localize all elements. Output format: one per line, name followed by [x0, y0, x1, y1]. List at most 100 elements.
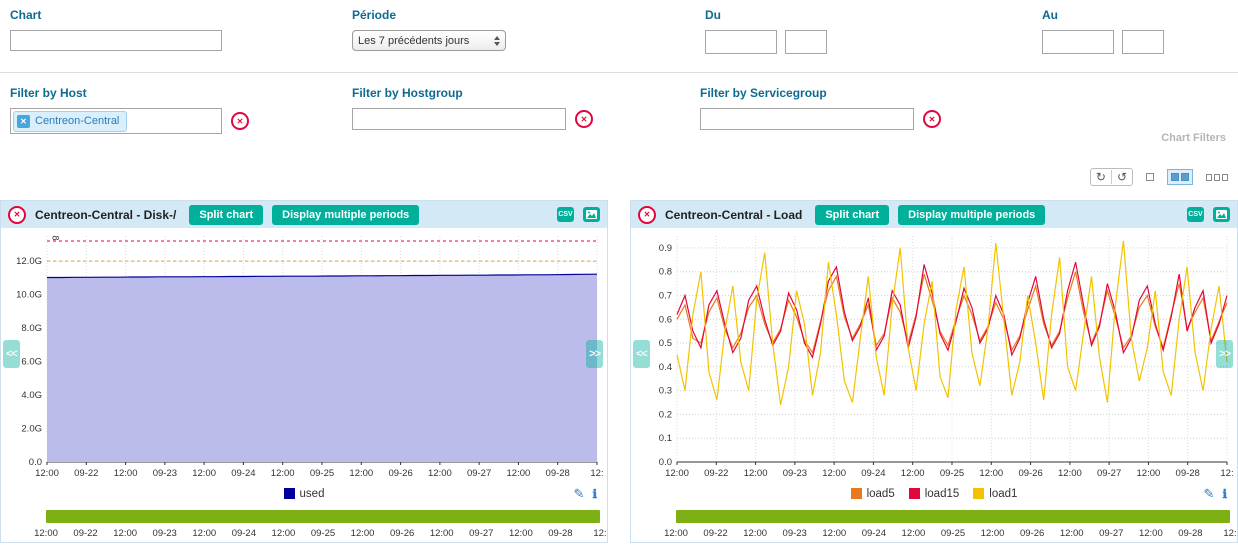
chart-panel-header: ✕ Centreon-Central - Load Split chart Di…: [631, 201, 1237, 228]
disk-usage-chart: 0.02.0G4.0G6.0G8.0G10.0G12.0G12:0009-221…: [1, 228, 607, 480]
svg-text:12:00: 12:00: [744, 468, 768, 479]
svg-text:09-24: 09-24: [861, 468, 885, 479]
scroll-forward-button[interactable]: >>: [1216, 340, 1233, 368]
split-chart-button[interactable]: Split chart: [815, 205, 889, 225]
chart-filter-input[interactable]: [10, 30, 222, 51]
split-chart-button[interactable]: Split chart: [189, 205, 263, 225]
clear-hostgroup-filter-icon[interactable]: ✕: [575, 110, 593, 128]
clear-servicegroup-filter-icon[interactable]: ✕: [923, 110, 941, 128]
timeline-tick-label: 12:00: [902, 528, 926, 539]
edit-chart-icon[interactable]: ✎: [574, 486, 585, 502]
legend-label: load1: [989, 488, 1017, 500]
scroll-forward-button[interactable]: >>: [586, 340, 603, 368]
timeline-tick-label: 12:00: [192, 528, 216, 539]
periode-selected-value: Les 7 précédents jours: [358, 35, 469, 47]
chart-title: Centreon-Central - Disk-/: [35, 208, 176, 222]
export-csv-icon[interactable]: csv: [557, 207, 574, 222]
du-label: Du: [705, 8, 827, 22]
svg-text:09-24: 09-24: [231, 468, 255, 479]
rotated-eight-glyph: 8: [51, 235, 61, 240]
au-filter-block: Au: [1042, 8, 1164, 54]
timeline-tick-label: 12:: [593, 528, 606, 539]
au-date-input[interactable]: [1042, 30, 1114, 54]
svg-text:0.2: 0.2: [659, 409, 672, 420]
legend-item-load1[interactable]: load1: [973, 488, 1017, 500]
servicegroup-filter-block: Filter by Servicegroup ✕: [700, 86, 941, 130]
export-image-icon[interactable]: [1213, 207, 1230, 222]
display-toolbar: ↻ ↺: [1090, 168, 1232, 186]
svg-text:0.0: 0.0: [29, 457, 42, 468]
chart-legend: load5 load15 load1: [851, 488, 1018, 500]
legend-label: load15: [925, 488, 960, 500]
one-per-row-icon[interactable]: [1142, 169, 1158, 185]
svg-text:12:00: 12:00: [192, 468, 216, 479]
chart-filters-caption: Chart Filters: [1161, 132, 1226, 144]
pause-refresh-icon[interactable]: ↺: [1112, 169, 1132, 185]
timeline-tick-label: 09-22: [73, 528, 97, 539]
export-image-icon[interactable]: [583, 207, 600, 222]
svg-text:4.0G: 4.0G: [21, 390, 42, 401]
legend-item-load15[interactable]: load15: [909, 488, 960, 500]
svg-text:8.0G: 8.0G: [21, 323, 42, 334]
svg-text:09-28: 09-28: [1176, 468, 1200, 479]
svg-text:12:00: 12:00: [114, 468, 138, 479]
legend-swatch: [284, 488, 295, 499]
timeline-tick-label: 09-28: [1178, 528, 1202, 539]
chart-filter-label: Chart: [10, 8, 222, 22]
refresh-icon[interactable]: ↻: [1091, 169, 1111, 185]
remove-chart-icon[interactable]: ✕: [8, 206, 26, 224]
au-time-input[interactable]: [1122, 30, 1164, 54]
display-multiple-periods-button[interactable]: Display multiple periods: [272, 205, 419, 225]
legend-swatch: [851, 488, 862, 499]
timeline-selector[interactable]: [676, 510, 1230, 523]
scroll-back-button[interactable]: <<: [3, 340, 20, 368]
timeline-tick-label: 12:00: [113, 528, 137, 539]
legend-label: used: [300, 488, 325, 500]
svg-text:0.7: 0.7: [659, 291, 672, 302]
chart-filter-block: Chart: [10, 8, 222, 51]
scroll-back-button[interactable]: <<: [633, 340, 650, 368]
chip-remove-icon[interactable]: ✕: [17, 115, 30, 128]
hostgroup-filter-input[interactable]: [352, 108, 566, 130]
timeline-tick-label: 09-25: [311, 528, 335, 539]
svg-text:0.8: 0.8: [659, 267, 672, 278]
host-filter-input[interactable]: ✕ Centreon-Central: [10, 108, 222, 134]
remove-chart-icon[interactable]: ✕: [638, 206, 656, 224]
timeline-tick-label: 12:00: [34, 528, 58, 539]
performance-graphs-page: Chart Période Les 7 précédents jours Du …: [0, 0, 1238, 547]
du-date-input[interactable]: [705, 30, 777, 54]
svg-text:12:: 12:: [1220, 468, 1233, 479]
periode-select[interactable]: Les 7 précédents jours: [352, 30, 506, 51]
chart-info-icon[interactable]: ℹ: [1222, 487, 1227, 501]
svg-text:0.0: 0.0: [659, 457, 672, 468]
servicegroup-filter-label: Filter by Servicegroup: [700, 86, 941, 100]
filters-second-row: Filter by Host ✕ Centreon-Central ✕ Filt…: [0, 84, 1238, 154]
du-time-input[interactable]: [785, 30, 827, 54]
servicegroup-filter-input[interactable]: [700, 108, 914, 130]
timeline-tick-label: 12:00: [430, 528, 454, 539]
timeline-axis-labels: 12:0009-2212:0009-2312:0009-2412:0009-25…: [46, 526, 600, 542]
svg-text:09-22: 09-22: [74, 468, 98, 479]
legend-item-used[interactable]: used: [284, 488, 325, 500]
timeline-tick-label: 09-23: [153, 528, 177, 539]
chart-title: Centreon-Central - Load: [665, 208, 802, 222]
display-multiple-periods-button[interactable]: Display multiple periods: [898, 205, 1045, 225]
chart-actions: ✎ ℹ: [1204, 486, 1227, 502]
two-per-row-icon[interactable]: [1167, 169, 1193, 185]
timeline-tick-label: 12:00: [664, 528, 688, 539]
export-csv-icon[interactable]: csv: [1187, 207, 1204, 222]
three-per-row-icon[interactable]: [1202, 170, 1232, 185]
svg-text:0.3: 0.3: [659, 386, 672, 397]
edit-chart-icon[interactable]: ✎: [1204, 486, 1215, 502]
timeline-tick-label: 09-24: [232, 528, 256, 539]
charts-row: ✕ Centreon-Central - Disk-/ Split chart …: [0, 200, 1238, 543]
clear-host-filter-icon[interactable]: ✕: [231, 112, 249, 130]
svg-text:12:00: 12:00: [901, 468, 925, 479]
svg-text:09-23: 09-23: [153, 468, 177, 479]
timeline-selector[interactable]: [46, 510, 600, 523]
host-chip[interactable]: ✕ Centreon-Central: [13, 111, 127, 132]
chart-info-icon[interactable]: ℹ: [592, 487, 597, 501]
svg-text:0.1: 0.1: [659, 433, 672, 444]
select-arrows-icon: [494, 36, 500, 46]
legend-item-load5[interactable]: load5: [851, 488, 895, 500]
